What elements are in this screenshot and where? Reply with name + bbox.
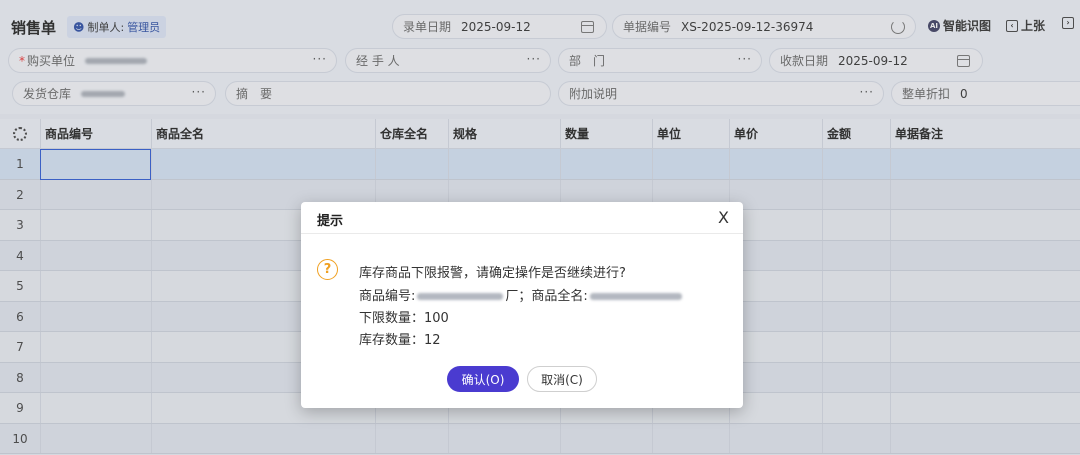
product-code-redacted bbox=[417, 293, 504, 300]
confirm-button[interactable]: 确认(O) bbox=[447, 366, 519, 392]
lower-limit-line: 下限数量：100 bbox=[359, 311, 449, 326]
cancel-button[interactable]: 取消(C) bbox=[527, 366, 597, 392]
dialog-divider bbox=[301, 233, 743, 234]
stock-qty-line: 库存数量：12 bbox=[359, 333, 441, 348]
dialog-title: 提示 bbox=[317, 214, 344, 229]
product-code-label: 商品编号: bbox=[359, 289, 416, 304]
close-icon[interactable]: X bbox=[718, 208, 729, 227]
product-name-label: ；商品全名: bbox=[518, 289, 588, 304]
product-name-redacted bbox=[589, 293, 682, 300]
dialog-message: 库存商品下限报警，请确定操作是否继续进行? bbox=[359, 266, 626, 281]
product-code-suffix: 厂 bbox=[505, 289, 519, 304]
question-icon: ? bbox=[317, 259, 338, 280]
dialog-product-line: 商品编号: 厂；商品全名: bbox=[359, 285, 684, 304]
warning-dialog: 提示 X ? 库存商品下限报警，请确定操作是否继续进行? 商品编号: 厂；商品全名… bbox=[301, 202, 743, 408]
